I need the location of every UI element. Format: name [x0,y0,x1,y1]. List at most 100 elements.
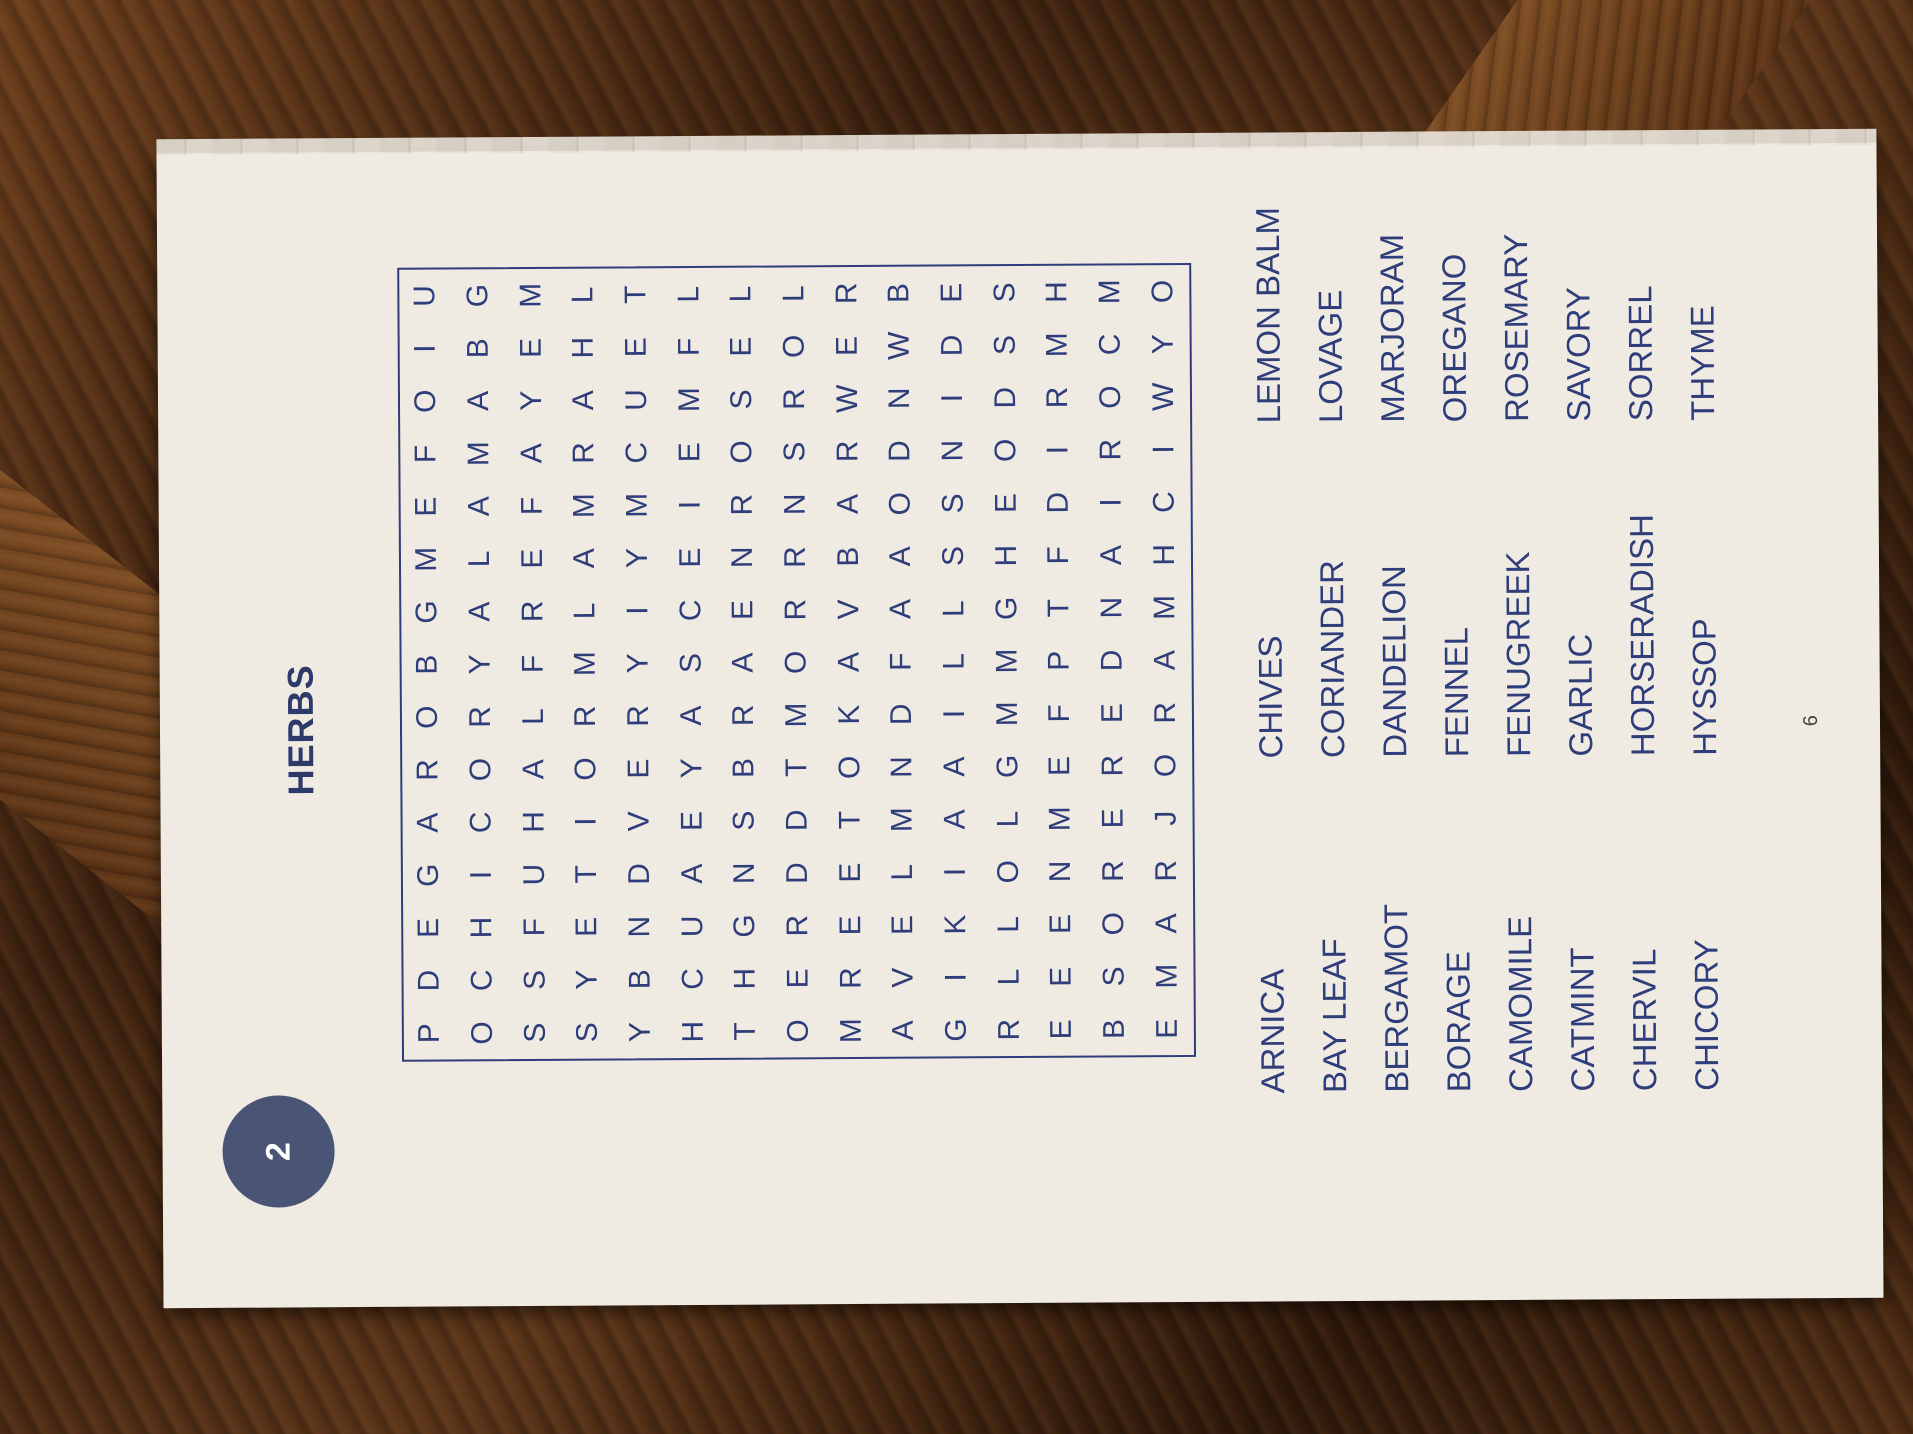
grid-letter: E [409,496,444,517]
word-list-item: MARJORAM [1373,233,1412,423]
grid-letter: L [991,915,1025,933]
grid-letter: J [1149,810,1183,826]
puzzle-title: HERBS [279,664,322,796]
grid-letter: L [991,810,1025,828]
grid-letter: I [408,344,443,353]
grid-letter: C [1093,333,1127,356]
word-list-item: DANDELION [1375,565,1414,758]
word-list-item: THYME [1683,305,1722,421]
grid-letter: S [936,545,971,567]
word-list-item: CAMOMILE [1501,915,1540,1093]
grid-letter: W [882,331,917,361]
grid-letter: I [938,867,972,877]
grid-letter: R [1149,859,1183,882]
grid-letter: B [461,338,495,359]
grid-letter: Y [463,654,497,675]
grid-letter: F [672,337,706,357]
grid-letter: M [1043,806,1077,832]
grid-letter: E [1096,808,1130,829]
grid-letter: M [567,493,602,519]
word-list-item: BERGAMOT [1377,903,1416,1093]
grid-letter: E [1044,966,1078,987]
grid-letter: B [882,282,916,304]
grid-letter: S [727,810,761,831]
grid-letter: A [567,390,601,411]
word-list-column: LEMON BALM LOVAGE MARJORAM OREGANO ROSEMARY S… [1236,86,1734,424]
grid-letter: M [1150,963,1184,989]
grid-letter: C [676,968,710,990]
grid-letter: H [676,1020,710,1043]
grid-letter: Y [623,1021,657,1043]
grid-letter: E [1095,703,1129,724]
grid-letter: G [989,596,1024,621]
grid-letter: W [830,384,864,413]
grid-letter: V [886,967,920,988]
grid-letter: T [833,810,867,830]
grid-letter: F [884,652,918,671]
grid-letter: E [886,914,920,936]
grid-letter: A [463,601,497,622]
grid-letter: N [936,439,970,462]
word-list-item: CHERVIL [1625,948,1664,1092]
grid-letter: M [513,282,548,308]
grid-letter: A [1094,545,1129,566]
grid-letter: O [409,389,443,414]
grid-letter: U [619,389,654,411]
grid-letter: A [832,651,866,673]
grid-letter: C [1147,491,1181,514]
grid-letter: B [410,654,445,675]
grid-letter: N [728,862,762,885]
grid-letter: O [465,1021,499,1045]
grid-letter: A [516,759,550,780]
grid-letter: C [673,599,708,622]
grid-letter: O [777,334,811,359]
grid-letter: M [1147,594,1182,621]
grid-letter: E [673,547,707,568]
word-list-item: CHIVES [1251,635,1290,759]
grid-letter: O [883,491,918,516]
grid-letter: I [1041,445,1075,455]
grid-letter: T [619,285,653,304]
grid-letter: H [1040,281,1074,304]
grid-letter: A [884,598,918,620]
grid-letter: R [1148,701,1182,724]
grid-letter: M [779,702,813,728]
grid-letter: D [885,703,919,726]
word-list-item: OREGANO [1435,253,1474,423]
grid-letter: A [938,809,972,830]
grid-letter: S [674,652,708,674]
grid-letter: E [412,917,446,939]
grid-letter: A [462,496,496,517]
grid-letter: Y [514,390,548,411]
word-list-item: GARLIC [1561,633,1600,757]
grid-letter: M [462,441,496,467]
grid-letter: E [570,916,604,938]
grid-letter: E [833,862,867,883]
grid-letter: B [623,969,657,990]
grid-letter: R [830,440,865,463]
grid-letter: D [780,862,814,884]
grid-letter: E [724,336,759,357]
grid-letter: L [568,602,602,620]
grid-letter: A [1148,650,1182,671]
grid-letter: S [518,1022,552,1043]
grid-letter: S [936,493,970,514]
grid-letter: H [465,916,499,939]
grid-letter: R [829,282,864,305]
grid-letter: O [988,438,1023,463]
grid-letter: M [990,648,1024,674]
grid-letter: G [990,754,1024,779]
grid-letter: R [834,967,868,989]
page-content-rotated: 2 HERBS PDEGAROBGMEFOIUOCHICORYALAMABGSS… [156,143,1883,1308]
word-list-column: ARNICA BAY LEAF BERGAMOT BORAGE CAMOMILE CATM… [1240,756,1738,1094]
grid-letter: R [621,705,655,727]
grid-letter: H [566,336,601,359]
grid-letter: R [567,442,601,464]
grid-letter: E [781,968,815,989]
grid-letter: R [569,705,603,728]
grid-letter: A [887,1020,921,1041]
grid-letter: E [1045,1019,1079,1040]
word-list-item: BAY LEAF [1315,938,1354,1094]
word-list-item: ARNICA [1253,968,1292,1094]
grid-letter: I [1146,445,1180,454]
